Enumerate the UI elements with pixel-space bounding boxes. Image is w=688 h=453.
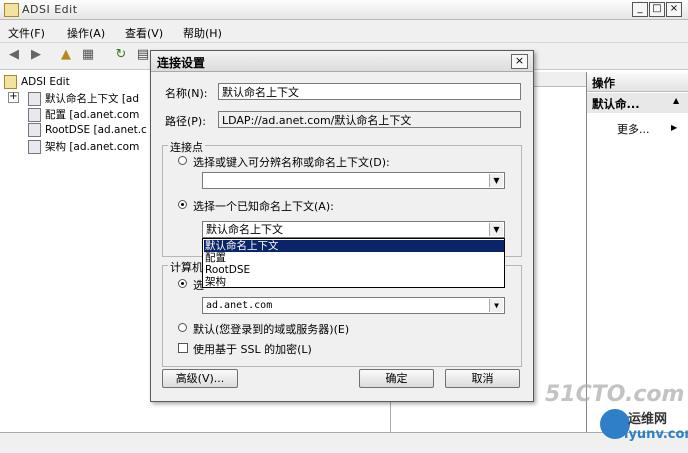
tree-item-label: 配置 [ad.anet.com [45, 109, 140, 121]
tree-item[interactable]: 架构 [ad.anet.com [28, 139, 139, 155]
refresh-icon[interactable]: ↻ [113, 47, 129, 63]
watermark-logo: 运维网 iyunv.com [600, 405, 688, 445]
tree-item-label: 默认命名上下文 [ad [45, 93, 140, 105]
dialog-close-button[interactable]: × [511, 54, 528, 69]
status-bar [0, 432, 688, 453]
back-icon[interactable]: ◀ [6, 47, 22, 63]
window-title: ADSI Edit [22, 3, 78, 16]
more-arrow-icon: ▶ [671, 123, 678, 132]
known-context-combo[interactable]: 默认命名上下文 ▼ [202, 221, 505, 238]
default-server-label: 默认(您登录到的域或服务器)(E) [193, 323, 350, 336]
tree-item[interactable]: 配置 [ad.anet.com [28, 107, 139, 123]
path-field: LDAP://ad.anet.com/默认命名上下文 [218, 111, 521, 128]
known-context-dropdown-list: 默认命名上下文 配置 RootDSE 架构 [202, 238, 505, 288]
adsi-app-icon [4, 3, 19, 17]
menu-action[interactable]: 操作(A) [67, 25, 105, 41]
menu-help[interactable]: 帮助(H) [183, 25, 222, 41]
server-value: ad.anet.com [206, 300, 273, 311]
up-folder-icon[interactable]: ▲ [58, 47, 74, 63]
title-bar [0, 0, 688, 20]
watermark-51cto: 51CTO.com [545, 382, 685, 407]
watermark-domain: iyunv.com [624, 427, 688, 442]
actions-subheader-label: 默认命... [592, 97, 640, 111]
minimize-button[interactable]: _ [632, 2, 648, 17]
name-label: 名称(N): [165, 87, 208, 100]
tree-item[interactable]: 默认命名上下文 [ad [28, 91, 139, 107]
ssl-label: 使用基于 SSL 的加密(L) [193, 343, 312, 356]
server-combo[interactable]: ad.anet.com ▼ [202, 297, 505, 314]
menu-view[interactable]: 查看(V) [125, 25, 163, 41]
actions-header-label: 操作 [592, 76, 615, 90]
known-context-value: 默认命名上下文 [206, 223, 283, 236]
maximize-button[interactable]: □ [649, 2, 665, 17]
cancel-button[interactable]: 取消 [445, 369, 520, 388]
naming-context-icon [28, 92, 41, 106]
naming-context-icon [28, 140, 41, 154]
dn-combo[interactable]: ▼ [202, 172, 505, 189]
tree-root-label: ADSI Edit [21, 76, 70, 88]
connection-point-title: 连接点 [168, 139, 205, 155]
dialog-title: 连接设置 [157, 56, 206, 70]
close-window-button[interactable]: × [666, 2, 682, 17]
tree-expander[interactable]: + [8, 92, 19, 103]
watermark-cn: 运维网 [628, 412, 668, 427]
more-actions-link[interactable]: 更多... [617, 121, 650, 137]
tree-item[interactable]: RootDSE [ad.anet.c [28, 123, 147, 139]
connection-settings-dialog: 连接设置 × 名称(N): 默认命名上下文 路径(P): LDAP://ad.a… [150, 50, 534, 402]
forward-icon[interactable]: ▶ [28, 47, 44, 63]
actions-subheader[interactable]: 默认命... ▲ [587, 93, 688, 113]
tree-item-label: 架构 [ad.anet.com [45, 141, 140, 153]
collapse-icon[interactable]: ▲ [673, 96, 679, 105]
dialog-title-bar [151, 51, 533, 72]
dn-radio-label: 选择或键入可分辨名称或命名上下文(D): [193, 156, 390, 169]
naming-context-icon [28, 123, 41, 137]
menu-file[interactable]: 文件(F) [8, 25, 45, 41]
computer-group-title: 计算机 [168, 259, 205, 275]
dropdown-option[interactable]: 架构 [204, 276, 504, 288]
name-field[interactable]: 默认命名上下文 [218, 83, 521, 100]
actions-header: 操作 [587, 73, 688, 92]
dropdown-arrow-icon[interactable]: ▼ [489, 299, 503, 312]
dn-radio[interactable] [178, 156, 187, 165]
adsi-edit-icon [4, 75, 17, 89]
ok-button[interactable]: 确定 [359, 369, 434, 388]
select-computer-radio[interactable] [178, 279, 187, 288]
tree-root[interactable]: ADSI Edit [4, 75, 70, 91]
dropdown-arrow-icon[interactable]: ▼ [489, 223, 503, 236]
known-context-radio-label: 选择一个已知命名上下文(A): [193, 200, 334, 213]
naming-context-icon [28, 108, 41, 122]
path-label: 路径(P): [165, 115, 206, 128]
dropdown-option[interactable]: RootDSE [204, 264, 504, 276]
dropdown-arrow-icon[interactable]: ▼ [489, 174, 503, 187]
dropdown-option[interactable]: 配置 [204, 252, 504, 264]
known-context-radio[interactable] [178, 200, 187, 209]
advanced-button[interactable]: 高级(V)... [162, 369, 238, 388]
ssl-checkbox[interactable] [178, 343, 188, 353]
default-server-radio[interactable] [178, 323, 187, 332]
tree-item-label: RootDSE [ad.anet.c [45, 124, 147, 136]
dropdown-option[interactable]: 默认命名上下文 [204, 240, 504, 252]
show-tree-icon[interactable]: ▦ [80, 47, 96, 63]
export-list-icon[interactable]: ▤ [135, 47, 151, 63]
